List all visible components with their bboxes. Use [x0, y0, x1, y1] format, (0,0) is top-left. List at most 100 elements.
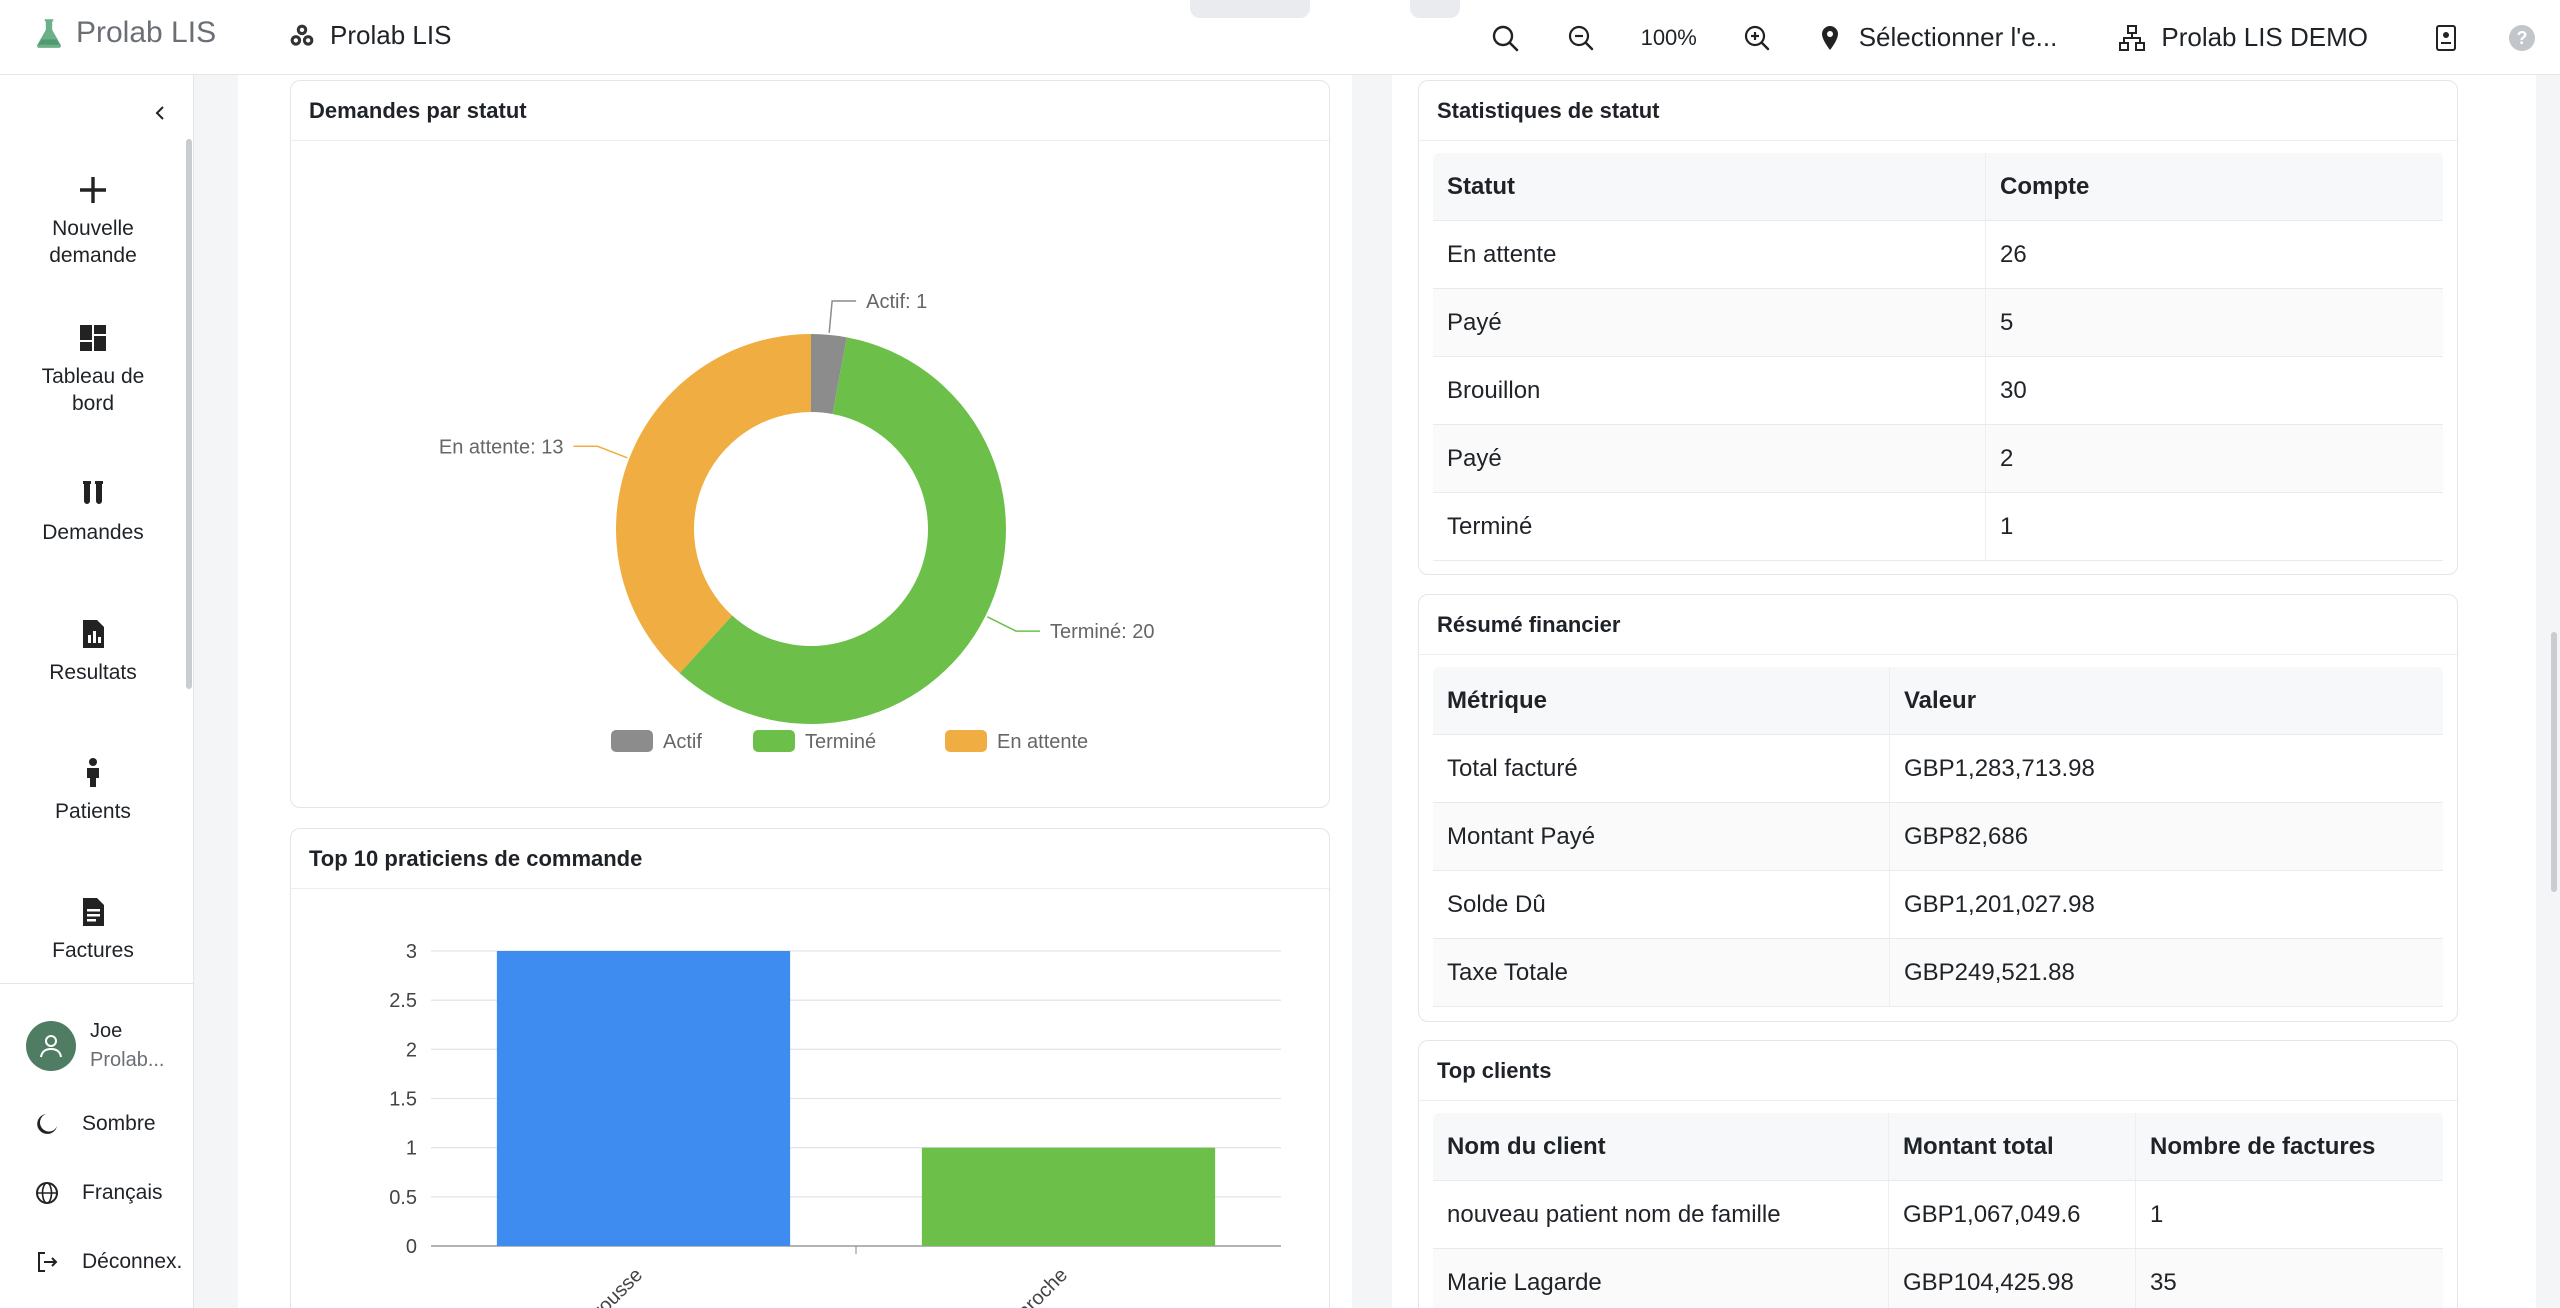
- zoom-out-button[interactable]: [1543, 0, 1619, 75]
- moon-icon: [37, 1114, 57, 1134]
- table-header: Métrique Valeur: [1433, 667, 2443, 735]
- nav-label: Patients: [55, 800, 131, 823]
- legend-label[interactable]: Terminé: [805, 731, 876, 753]
- financial-table: Métrique Valeur Total facturé GBP1,283,7…: [1433, 667, 2443, 1007]
- sidebar-footer: Joe Prolab... Sombre Français Déconnex.: [0, 983, 194, 1273]
- page-scrollbar[interactable]: [2551, 632, 2557, 892]
- theme-label: Sombre: [82, 1112, 156, 1135]
- amount-cell: GBP104,425.98: [1888, 1249, 2135, 1308]
- user-profile[interactable]: Joe Prolab...: [26, 1020, 164, 1072]
- table-header: Statut Compte: [1433, 153, 2443, 221]
- help-button[interactable]: ?: [2484, 0, 2560, 75]
- nav-patients[interactable]: Patients: [0, 756, 186, 825]
- value-cell: GBP1,283,713.98: [1889, 735, 2443, 802]
- column-header[interactable]: Nombre de factures: [2135, 1113, 2443, 1180]
- practitioners-bar-chart: 0 0.5 1 1.5 2 2.5 3 Dr Larousse Dr Laroche: [389, 941, 1281, 1308]
- column-header[interactable]: Statut: [1433, 153, 1985, 220]
- avatar: [26, 1021, 76, 1071]
- y-tick-label: 0.5: [389, 1187, 417, 1209]
- count-cell: 2: [1985, 425, 2443, 492]
- plus-icon: [80, 177, 106, 203]
- top-clients-table: Nom du client Montant total Nombre de fa…: [1433, 1113, 2443, 1308]
- location-label: Sélectionner l'e...: [1858, 22, 2058, 52]
- globe-icon: [36, 1182, 58, 1204]
- zoom-in-button[interactable]: [1719, 0, 1795, 75]
- profile-card-button[interactable]: [2408, 0, 2484, 75]
- status-chart-card: Demandes par statut Actif: 1 Terminé: 20 E…: [290, 80, 1330, 808]
- table-row: Solde Dû GBP1,201,027.98: [1433, 871, 2443, 939]
- nav-invoices[interactable]: Factures: [0, 895, 186, 964]
- logout-button[interactable]: Déconnex.: [34, 1249, 182, 1275]
- nav-label: Nouvelle demande: [49, 217, 137, 267]
- column-header[interactable]: Valeur: [1889, 667, 2443, 734]
- cubes-icon: [290, 24, 314, 46]
- help-icon: ?: [2509, 24, 2535, 51]
- nav-requests[interactable]: Demandes: [0, 477, 186, 546]
- zoom-out-icon: [1568, 25, 1593, 50]
- chevron-left-icon: [155, 106, 164, 120]
- column-header[interactable]: Nom du client: [1433, 1113, 1888, 1180]
- table-row: Montant Payé GBP82,686: [1433, 803, 2443, 871]
- location-selector[interactable]: Sélectionner l'e...: [1795, 0, 2098, 75]
- table-row: Taxe Totale GBP249,521.88: [1433, 939, 2443, 1007]
- x-tick-label: Dr Larousse: [554, 1264, 647, 1308]
- count-cell: 26: [1985, 221, 2443, 288]
- metric-cell: Taxe Totale: [1447, 958, 1568, 986]
- org-chart-icon: [2119, 24, 2146, 51]
- sidebar-scrollbar[interactable]: [186, 139, 192, 689]
- y-tick-label: 3: [406, 941, 417, 963]
- zoom-level[interactable]: 100%: [1619, 0, 1719, 75]
- theme-toggle[interactable]: Sombre: [34, 1111, 156, 1137]
- bar[interactable]: [496, 951, 791, 1246]
- card-title: Demandes par statut: [291, 81, 1329, 141]
- collapse-sidebar-button[interactable]: [140, 95, 180, 131]
- count-cell: 5: [1985, 289, 2443, 356]
- nav-label: Tableau de bord: [41, 365, 145, 415]
- client-name-cell: nouveau patient nom de famille: [1447, 1200, 1781, 1228]
- pie-slice[interactable]: [616, 334, 811, 674]
- legend-label[interactable]: En attente: [997, 731, 1088, 753]
- svg-text:?: ?: [2517, 28, 2528, 48]
- x-tick-label: Dr Laroche: [987, 1264, 1073, 1308]
- count-cell: 1: [1985, 493, 2443, 560]
- search-button[interactable]: [1467, 0, 1543, 75]
- toolbar-shadow: [1410, 0, 1460, 18]
- data-label: En attente: 13: [439, 436, 564, 458]
- status-cell: Payé: [1447, 444, 1502, 472]
- legend-swatch: [945, 730, 987, 752]
- value-cell: GBP249,521.88: [1889, 939, 2443, 1006]
- user-icon: [40, 1035, 62, 1058]
- status-stats-card: Statistiques de statut Statut Compte En …: [1418, 80, 2458, 575]
- status-cell: Brouillon: [1447, 376, 1541, 404]
- leader-line: [573, 445, 628, 459]
- organization-selector[interactable]: Prolab LIS DEMO: [2097, 0, 2408, 75]
- table-row: Terminé 1: [1433, 493, 2443, 561]
- user-org: Prolab...: [90, 1049, 165, 1071]
- column-header[interactable]: Compte: [1985, 153, 2443, 220]
- badge-icon: [2436, 24, 2456, 51]
- financial-summary-card: Résumé financier Métrique Valeur Total f…: [1418, 594, 2458, 1022]
- y-tick-label: 2.5: [389, 990, 417, 1012]
- search-icon: [1492, 25, 1519, 51]
- client-name-cell: Marie Lagarde: [1447, 1268, 1602, 1296]
- dashboard-icon: [80, 325, 106, 351]
- column-header[interactable]: Montant total: [1888, 1113, 2135, 1180]
- card-title: Résumé financier: [1419, 595, 2457, 655]
- metric-cell: Solde Dû: [1447, 890, 1546, 918]
- card-title: Top 10 praticiens de commande: [291, 829, 1329, 889]
- app-switcher[interactable]: Prolab LIS: [288, 20, 451, 51]
- column-header[interactable]: Métrique: [1433, 667, 1889, 734]
- nav-dashboard[interactable]: Tableau de bord: [0, 321, 186, 417]
- brand-logo[interactable]: Prolab LIS: [32, 16, 216, 50]
- nav-new-request[interactable]: Nouvelle demande: [0, 173, 186, 269]
- practitioners-chart-card: Top 10 praticiens de commande 0 0.5 1 1.5 2 2…: [290, 828, 1330, 1308]
- test-tubes-icon: [83, 481, 103, 504]
- value-cell: GBP1,201,027.98: [1889, 871, 2443, 938]
- bar[interactable]: [921, 1147, 1216, 1246]
- language-selector[interactable]: Français: [34, 1180, 163, 1206]
- leader-line: [828, 300, 857, 333]
- logout-icon: [38, 1252, 58, 1272]
- nav-results[interactable]: Resultats: [0, 617, 186, 686]
- card-title: Top clients: [1419, 1041, 2457, 1101]
- legend-label[interactable]: Actif: [663, 731, 702, 753]
